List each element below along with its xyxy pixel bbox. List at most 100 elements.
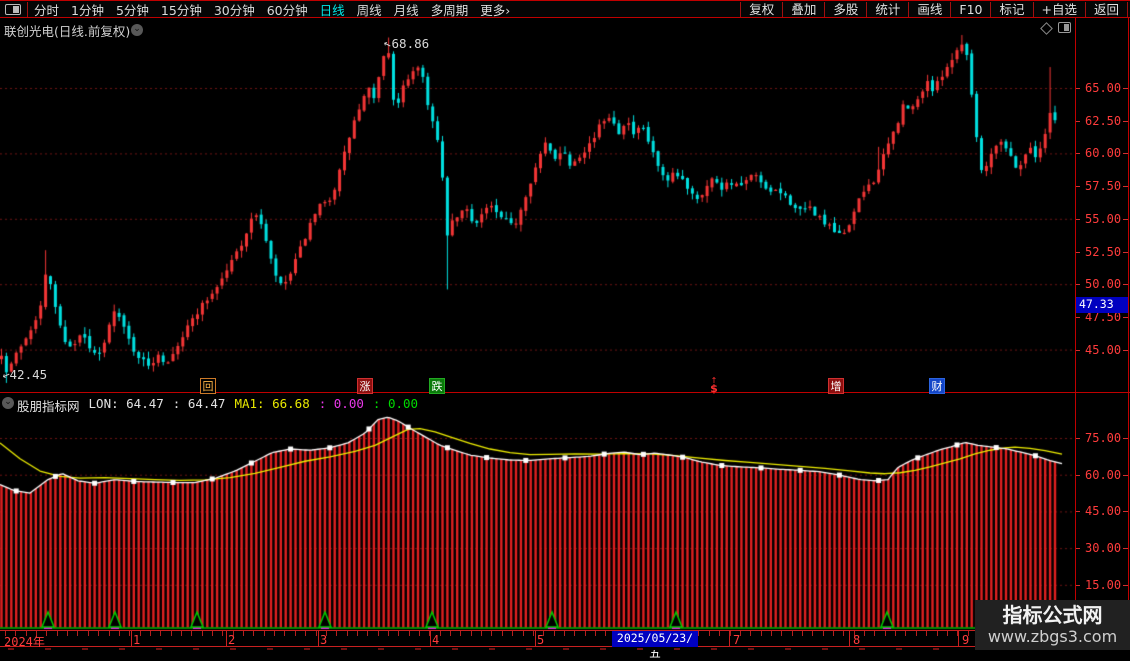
main-chart-canvas[interactable] xyxy=(0,18,1075,392)
tools-menu: 复权 叠加 多股 统计 画线 F10 标记 +自选 返回 xyxy=(740,1,1128,18)
date-minor-tick xyxy=(56,631,58,636)
indicator-label: 15.00 xyxy=(1085,577,1122,592)
increase-marker[interactable]: 增 xyxy=(828,378,844,394)
date-minor-tick xyxy=(439,631,441,636)
date-minor-tick xyxy=(305,631,307,636)
date-minor-tick xyxy=(212,631,213,636)
tool-统计[interactable]: 统计 xyxy=(866,2,908,17)
date-minor-tick xyxy=(191,631,193,636)
timeframe-60分钟[interactable]: 60分钟 xyxy=(267,0,308,19)
tool-复权[interactable]: 复权 xyxy=(740,2,782,17)
fall-marker[interactable]: 跌 xyxy=(429,378,445,394)
date-minor-tick xyxy=(532,631,534,636)
price-label: 55.00 xyxy=(1085,211,1122,226)
date-minor-tick xyxy=(501,631,503,636)
date-minor-tick xyxy=(874,631,876,636)
date-minor-tick xyxy=(915,631,917,636)
indicator-canvas[interactable] xyxy=(0,394,1075,630)
date-minor-tick xyxy=(522,631,524,636)
date-minor-tick xyxy=(905,631,907,636)
date-minor-tick xyxy=(884,631,886,636)
date-label: 9 xyxy=(962,633,970,647)
date-label: 7 xyxy=(733,633,741,647)
tool-返回[interactable]: 返回 xyxy=(1084,2,1128,17)
toolbar-divider xyxy=(27,2,28,17)
timeframe-5分钟[interactable]: 5分钟 xyxy=(116,0,149,19)
timeframe-多周期[interactable]: 多周期 xyxy=(431,0,469,19)
date-minor-tick xyxy=(574,631,576,636)
date-minor-tick xyxy=(584,631,586,636)
date-minor-tick xyxy=(98,631,100,636)
timeframe-周线[interactable]: 周线 xyxy=(357,0,382,19)
lon-value: LON: 64.47 xyxy=(88,396,164,411)
date-minor-tick xyxy=(698,631,700,636)
timeframe-日线[interactable]: 日线 xyxy=(320,0,345,19)
chevron-down-icon[interactable]: ⌄ xyxy=(2,397,14,409)
date-minor-tick xyxy=(315,631,317,636)
date-minor-tick xyxy=(180,631,182,636)
date-minor-tick xyxy=(750,631,752,636)
indicator-header: 股朋指标网 LON: 64.47 : 64.47 MA1: 66.68 : 0.… xyxy=(17,396,418,415)
right-border-line xyxy=(1128,18,1129,650)
chart-title: 联创光电(日线.前复权) xyxy=(4,24,131,39)
tool-标记[interactable]: 标记 xyxy=(990,2,1032,17)
rise-marker[interactable]: 涨 xyxy=(357,378,373,394)
tool-+自选[interactable]: +自选 xyxy=(1032,2,1085,17)
panel-separator xyxy=(0,392,1130,393)
indicator-name[interactable]: 股朋指标网 xyxy=(17,396,80,415)
date-month-tick xyxy=(318,631,319,647)
date-minor-tick xyxy=(170,631,172,636)
date-label: 8 xyxy=(853,633,861,647)
date-highlight: 2025/05/23/五 xyxy=(612,631,698,660)
date-minor-tick xyxy=(46,631,48,636)
date-minor-tick xyxy=(253,631,255,636)
indicator-label: 60.00 xyxy=(1085,467,1122,482)
date-month-tick xyxy=(849,631,850,647)
date-minor-tick xyxy=(895,631,897,636)
date-minor-tick xyxy=(481,631,483,636)
date-minor-tick xyxy=(149,631,151,636)
date-minor-tick xyxy=(864,631,866,636)
dollar-marker[interactable]: ↑ $ xyxy=(706,377,722,395)
timeframe-分时[interactable]: 分时 xyxy=(34,0,59,19)
timeframe-月线[interactable]: 月线 xyxy=(394,0,419,19)
date-label: 3 xyxy=(320,633,328,647)
date-minor-tick xyxy=(719,631,721,636)
tool-画线[interactable]: 画线 xyxy=(908,2,950,17)
timeframe-30分钟[interactable]: 30分钟 xyxy=(214,0,255,19)
wealth-marker[interactable]: 财 xyxy=(929,378,945,394)
date-minor-tick xyxy=(563,631,565,636)
date-minor-tick xyxy=(708,631,710,636)
date-month-tick xyxy=(729,631,730,647)
date-minor-tick xyxy=(450,631,452,636)
green-value: : 0.00 xyxy=(372,396,419,411)
timeframe-menu: 分时 1分钟 5分钟 15分钟 30分钟 60分钟 日线 周线 月线 多周期 更多› xyxy=(34,1,510,18)
date-minor-tick xyxy=(419,631,420,636)
watermark-url: www.zbgs3.com xyxy=(987,627,1118,646)
price-label: 57.50 xyxy=(1085,179,1122,194)
date-minor-tick xyxy=(263,631,265,636)
watermark: 指标公式网 www.zbgs3.com xyxy=(975,600,1130,650)
tool-F10[interactable]: F10 xyxy=(950,2,990,17)
tool-叠加[interactable]: 叠加 xyxy=(782,2,824,17)
timeframe-1分钟[interactable]: 1分钟 xyxy=(71,0,104,19)
date-minor-tick xyxy=(336,631,338,636)
date-minor-tick xyxy=(791,631,793,636)
chevron-down-icon[interactable]: ⌄ xyxy=(131,24,143,36)
panel-toggle-icon[interactable] xyxy=(1058,22,1071,33)
date-minor-tick xyxy=(87,631,89,636)
date-minor-tick xyxy=(201,631,203,636)
price-label: 52.50 xyxy=(1085,244,1122,259)
window-layout-icon[interactable] xyxy=(5,4,21,15)
date-month-tick xyxy=(226,631,227,647)
date-minor-tick xyxy=(781,631,783,636)
timeframe-更多›[interactable]: 更多› xyxy=(480,0,510,19)
date-minor-tick xyxy=(274,631,276,636)
date-minor-tick xyxy=(108,631,110,636)
date-minor-tick xyxy=(833,631,834,636)
timeframe-15分钟[interactable]: 15分钟 xyxy=(161,0,202,19)
date-label: 4 xyxy=(432,633,440,647)
return-marker[interactable]: 回 xyxy=(200,378,216,394)
date-minor-tick xyxy=(377,631,379,636)
tool-多股[interactable]: 多股 xyxy=(824,2,866,17)
